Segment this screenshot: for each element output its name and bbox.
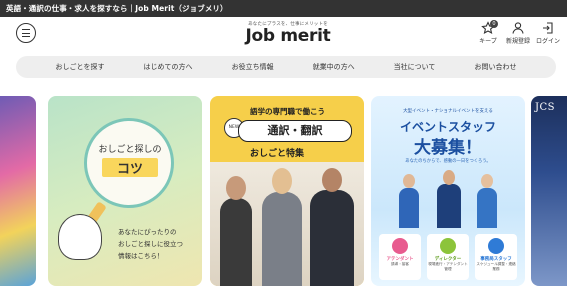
announcement-bar: 英語・通訳の仕事・求人を探すなら｜Job Merit（ジョブメリ） [0, 0, 567, 17]
card-top: 大型イベント・ナショナルイベントを支える [403, 109, 493, 114]
card-desc-1: あなたにぴったりの [118, 228, 177, 236]
attendant-icon [392, 238, 408, 254]
cat-illustration [58, 214, 102, 260]
user-icon [512, 22, 524, 34]
card-text: JCS [535, 102, 556, 113]
hamburger-menu-button[interactable] [16, 23, 36, 43]
register-label: 新規登録 [505, 38, 530, 45]
role-desc: 誘導・接客 [391, 262, 409, 266]
nav-item-contact[interactable]: お問い合わせ [474, 62, 516, 72]
photo-business-people [210, 162, 364, 286]
card-desc-2: おしごと探しに役立つ [118, 240, 183, 248]
nav-item-find-jobs[interactable]: おしごとを探す [56, 62, 105, 72]
login-button[interactable]: ログイン [533, 21, 563, 45]
logo-text: Job merit [245, 26, 331, 46]
photo-event-staff [389, 170, 511, 228]
office-icon [488, 238, 504, 254]
login-icon [543, 22, 553, 34]
keep-label: キープ [479, 38, 497, 45]
nav-item-useful-info[interactable]: お役立ち情報 [232, 62, 274, 72]
card-highlight: コツ [102, 158, 158, 177]
nav-item-first-time[interactable]: はじめての方へ [144, 62, 193, 72]
main-nav: おしごとを探す はじめての方へ お役立ち情報 就業中の方へ 当社について お問い… [16, 56, 556, 78]
site-logo[interactable]: あなたにプラスを、仕事にメリットを Job merit [238, 21, 338, 45]
keep-count-badge: 0 [490, 20, 498, 28]
role-office-staff: 事務局スタッフ スケジュール調整・連絡業務 [475, 234, 517, 280]
login-label: ログイン [535, 38, 560, 45]
director-icon [440, 238, 456, 254]
card-desc-3: 情報はこちら！ [118, 252, 164, 260]
card-main: 通訳・翻訳 [238, 120, 352, 142]
card-sub: おしごと特集 [250, 149, 305, 159]
card-top: 語学の専門職で働こう [250, 107, 325, 116]
header-actions: 0 キープ 新規登録 ログイン [473, 20, 563, 45]
keep-button[interactable]: 0 キープ [473, 20, 503, 45]
carousel-card-prev[interactable] [0, 96, 36, 286]
card-title: おしごと探しの [98, 145, 162, 155]
role-desc: スケジュール調整・連絡業務 [476, 262, 516, 271]
card-sub: あなたのちからで、感動の一日をつくろう。 [405, 159, 491, 164]
carousel-card-event-staff[interactable]: 大型イベント・ナショナルイベントを支える イベントスタッフ 大募集！ あなたのち… [371, 96, 525, 286]
nav-item-current-workers[interactable]: 就業中の方へ [313, 62, 355, 72]
carousel-card-interpretation[interactable]: 語学の専門職で働こう NEW 通訳・翻訳 おしごと特集 [210, 96, 364, 286]
role-desc: 現場進行・アテンダント管理 [428, 262, 468, 271]
card-main-2: 大募集！ [414, 138, 482, 158]
register-button[interactable]: 新規登録 [503, 21, 533, 45]
carousel-card-next[interactable]: JCS [531, 96, 567, 286]
carousel-card-job-tips[interactable]: おしごと探しの コツ あなたにぴったりの おしごと探しに役立つ 情報はこちら！ [48, 96, 202, 286]
nav-item-about[interactable]: 当社について [394, 62, 436, 72]
announcement-text: 英語・通訳の仕事・求人を探すなら｜Job Merit（ジョブメリ） [6, 4, 228, 13]
role-director: ディレクター 現場進行・アテンダント管理 [427, 234, 469, 280]
role-attendant: アテンダント 誘導・接客 [379, 234, 421, 280]
